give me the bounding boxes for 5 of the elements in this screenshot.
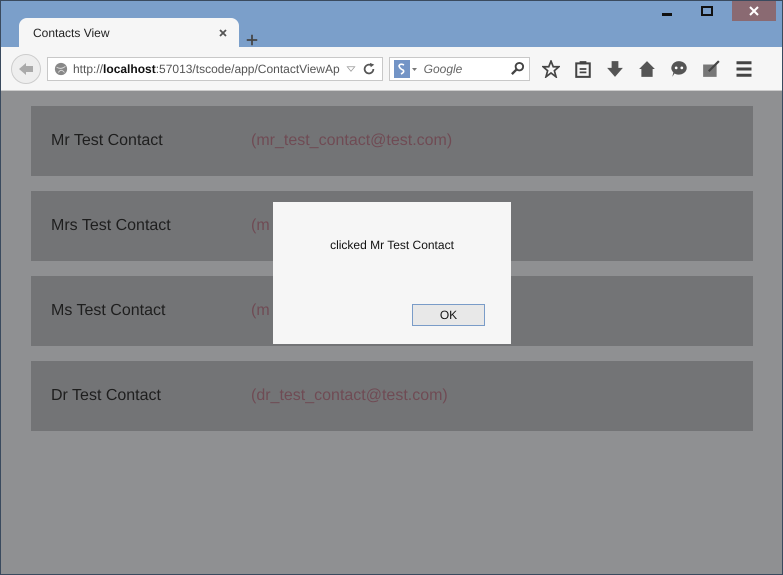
contact-name: Mrs Test Contact bbox=[51, 217, 172, 235]
contact-name: Ms Test Contact bbox=[51, 302, 166, 320]
contact-name: Dr Test Contact bbox=[51, 387, 162, 405]
alert-message: clicked Mr Test Contact bbox=[330, 238, 454, 252]
contact-name: Mr Test Contact bbox=[51, 132, 164, 150]
